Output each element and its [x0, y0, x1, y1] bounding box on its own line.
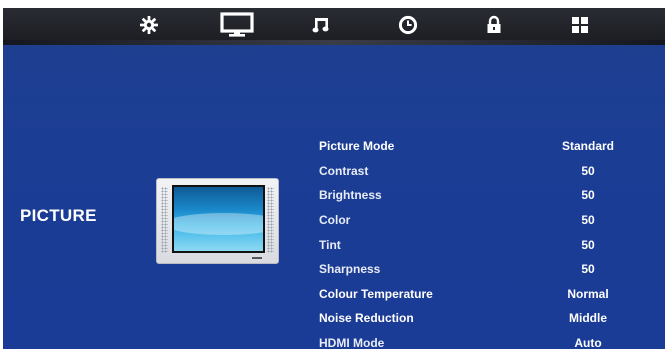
setting-value: 50 [581, 188, 595, 203]
top-menu-bar [3, 8, 665, 45]
setting-hdmi-mode[interactable]: HDMI Mode Auto [318, 331, 665, 349]
setting-label: Brightness [319, 188, 382, 203]
tv-screen-image [172, 185, 265, 253]
setting-label: Picture Mode [319, 139, 395, 154]
setting-tint[interactable]: Tint 50 [318, 232, 665, 257]
tv-logo [252, 257, 262, 259]
setting-value: 50 [581, 163, 595, 178]
monitor-icon[interactable] [219, 12, 255, 38]
picture-settings-list: Picture Mode Standard Contrast 50 Bright… [318, 134, 665, 349]
setting-value: 50 [581, 213, 595, 228]
tv-menu-screen: PICTURE Picture Mode Standard Contrast 5… [3, 8, 665, 349]
setting-value: Auto [574, 336, 602, 349]
music-note-icon[interactable] [308, 12, 334, 38]
setting-label: HDMI Mode [319, 336, 385, 349]
lock-icon[interactable] [481, 12, 507, 38]
setting-label: Colour Temperature [319, 286, 433, 301]
gear-icon[interactable] [136, 12, 162, 38]
setting-label: Tint [319, 237, 341, 252]
page-title: PICTURE [20, 206, 97, 225]
clock-icon[interactable] [395, 12, 421, 38]
tv-display [174, 187, 263, 251]
speaker-grille-left [161, 187, 168, 253]
setting-noise-reduction[interactable]: Noise Reduction Middle [318, 306, 665, 331]
top-menu-bar-strip [3, 40, 665, 45]
speaker-grille-right [267, 187, 274, 253]
setting-brightness[interactable]: Brightness 50 [318, 183, 665, 208]
grid-icon[interactable] [567, 12, 593, 38]
setting-label: Sharpness [319, 262, 381, 277]
setting-value: 50 [581, 262, 595, 277]
setting-value: 50 [581, 237, 595, 252]
setting-label: Contrast [319, 163, 369, 178]
setting-contrast[interactable]: Contrast 50 [318, 159, 665, 184]
setting-colour-temperature[interactable]: Colour Temperature Normal [318, 282, 665, 307]
setting-color[interactable]: Color 50 [318, 208, 665, 233]
setting-picture-mode[interactable]: Picture Mode Standard [318, 134, 665, 159]
setting-value: Middle [569, 311, 607, 326]
tv-illustration [156, 178, 279, 264]
setting-sharpness[interactable]: Sharpness 50 [318, 257, 665, 282]
setting-label: Color [319, 213, 351, 228]
setting-value: Standard [561, 139, 614, 154]
setting-value: Normal [567, 286, 609, 301]
setting-label: Noise Reduction [319, 311, 414, 326]
